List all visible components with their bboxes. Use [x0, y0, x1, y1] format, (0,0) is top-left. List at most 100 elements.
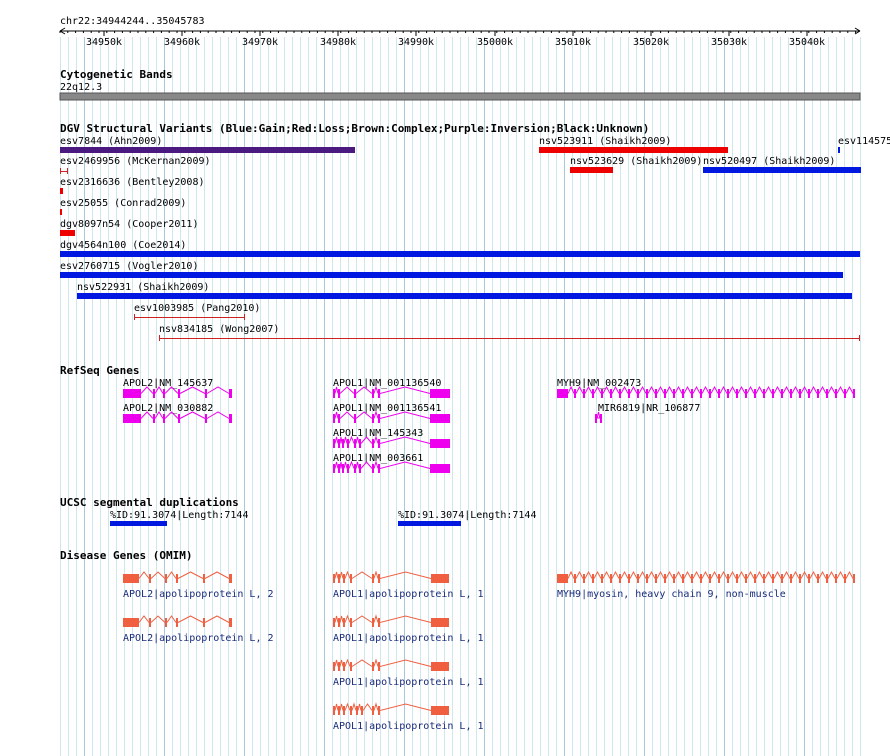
dgv-feature-bar[interactable]: [703, 167, 861, 173]
omim-gene-intron: [204, 615, 230, 623]
omim-gene-exon: [356, 706, 358, 715]
dgv-feature[interactable]: esv2760715 (Vogler2010): [60, 261, 843, 278]
segdup-track-title: UCSC segmental duplications: [60, 496, 239, 509]
omim-gene-intron: [373, 570, 379, 579]
omim-gene-exon: [557, 574, 568, 583]
refseq-track[interactable]: RefSeq Genes APOL2|NM_145637 APOL2|NM_030…: [60, 364, 855, 473]
omim-gene-intron: [665, 570, 674, 579]
omim-track[interactable]: Disease Genes (OMIM) APOL2|apolipoprotei…: [60, 549, 855, 732]
refseq-gene[interactable]: APOL1|NM_001136541: [333, 403, 450, 423]
segdup-track[interactable]: UCSC segmental duplications %ID:91.3074|…: [60, 496, 536, 526]
refseq-gene-exon: [637, 389, 639, 398]
omim-gene-exon: [574, 574, 576, 583]
refseq-gene-exon: [378, 414, 380, 423]
dgv-feature[interactable]: nsv523911 (Shaikh2009): [539, 136, 728, 153]
refseq-gene-exon: [583, 389, 585, 398]
dgv-feature-label: dgv4564n100 (Coe2014): [60, 240, 186, 251]
refseq-gene-exon: [354, 414, 356, 423]
segdup-feature-bar[interactable]: [398, 521, 461, 526]
refseq-gene[interactable]: MYH9|NM_002473: [557, 378, 855, 398]
refseq-gene-exon: [808, 389, 810, 398]
omim-gene-intron: [611, 570, 620, 579]
omim-gene-exon: [799, 574, 801, 583]
dgv-feature-bar[interactable]: [60, 251, 860, 257]
refseq-gene-exon: [342, 464, 344, 473]
dgv-feature-bar[interactable]: [838, 147, 840, 153]
dgv-feature-bar[interactable]: [60, 147, 355, 153]
segdup-feature-bar[interactable]: [110, 521, 167, 526]
omim-gene[interactable]: APOL2|apolipoprotein L, 2: [123, 615, 274, 644]
omim-gene-exon: [229, 618, 232, 627]
segdup-feature[interactable]: %ID:91.3074|Length:7144: [110, 510, 248, 526]
refseq-gene-intron: [845, 385, 854, 394]
refseq-gene-exon: [378, 439, 380, 448]
omim-gene-exon: [431, 618, 449, 627]
dgv-feature[interactable]: esv25055 (Conrad2009): [60, 198, 186, 215]
refseq-gene[interactable]: APOL1|NM_001136540: [333, 378, 450, 398]
refseq-gene-intron: [791, 385, 800, 394]
refseq-gene-intron: [647, 385, 656, 394]
dgv-feature[interactable]: nsv834185 (Wong2007): [159, 324, 860, 341]
background-grid: [60, 37, 861, 756]
segdup-features: %ID:91.3074|Length:7144 %ID:91.3074|Lengt…: [110, 510, 536, 526]
dgv-feature-bar[interactable]: [570, 167, 613, 173]
omim-gene-intron: [166, 571, 177, 579]
dgv-feature[interactable]: nsv520497 (Shaikh2009): [703, 156, 861, 173]
refseq-gene-exon: [700, 389, 702, 398]
dgv-feature[interactable]: esv2469956 (McKernan2009): [60, 156, 211, 174]
omim-gene-intron: [719, 570, 728, 579]
dgv-feature-bar[interactable]: [60, 209, 62, 215]
refseq-gene-exon: [853, 389, 855, 398]
omim-gene[interactable]: MYH9|myosin, heavy chain 9, non-muscle: [557, 570, 855, 600]
ruler-tick-label: 35020k: [633, 37, 669, 48]
dgv-features: esv7844 (Ahn2009) nsv523911 (Shaikh2009) e…: [60, 136, 890, 341]
omim-gene-exon: [844, 574, 846, 583]
dgv-track[interactable]: DGV Structural Variants (Blue:Gain;Red:L…: [60, 122, 890, 341]
dgv-feature-bar[interactable]: [60, 188, 63, 194]
refseq-gene-exon: [347, 439, 349, 448]
dgv-feature-label: esv2469956 (McKernan2009): [60, 156, 211, 167]
dgv-feature-bar[interactable]: [539, 147, 728, 153]
refseq-gene-exon: [763, 389, 765, 398]
refseq-gene-exon: [799, 389, 801, 398]
refseq-gene-exon: [709, 389, 711, 398]
omim-track-title: Disease Genes (OMIM): [60, 549, 192, 562]
dgv-feature[interactable]: esv1003985 (Pang2010): [134, 303, 260, 320]
dgv-feature[interactable]: esv7844 (Ahn2009): [60, 136, 355, 153]
omim-gene-intron: [773, 570, 782, 579]
omim-gene-intron: [334, 703, 339, 711]
omim-gene-intron: [177, 615, 204, 623]
dgv-feature-bar[interactable]: [60, 272, 843, 278]
dgv-feature-bar[interactable]: [159, 338, 860, 339]
omim-gene-exon: [203, 574, 205, 583]
omim-gene-intron: [593, 570, 602, 579]
refseq-gene[interactable]: APOL2|NM_145637: [123, 378, 232, 398]
refseq-gene-intron: [719, 385, 728, 394]
omim-gene-intron: [575, 570, 584, 579]
refseq-gene-exon: [826, 389, 828, 398]
cytoband-bar[interactable]: [59, 92, 861, 101]
omim-gene-exon: [817, 574, 819, 583]
refseq-gene[interactable]: APOL2|NM_030882: [123, 403, 232, 423]
dgv-feature[interactable]: nsv522931 (Shaikh2009): [77, 282, 852, 299]
omim-gene-intron: [166, 615, 177, 623]
omim-gene-exon: [853, 574, 855, 583]
dgv-feature-bar[interactable]: [134, 317, 245, 318]
dgv-feature-bar[interactable]: [77, 293, 852, 299]
refseq-gene-exon: [655, 389, 657, 398]
dgv-feature-bar[interactable]: [60, 230, 75, 236]
refseq-gene[interactable]: APOL1|NM_145343: [333, 428, 450, 448]
refseq-gene-exon: [430, 389, 450, 398]
omim-gene-exon: [592, 574, 594, 583]
omim-gene[interactable]: APOL2|apolipoprotein L, 2: [123, 571, 274, 600]
segdup-feature[interactable]: %ID:91.3074|Length:7144: [398, 510, 536, 526]
omim-gene-exon: [123, 574, 139, 583]
omim-gene-exon: [826, 574, 828, 583]
dgv-feature-bar[interactable]: [60, 171, 68, 172]
refseq-gene[interactable]: APOL1|NM_003661: [333, 453, 450, 473]
dgv-feature[interactable]: esv1145759: [838, 136, 890, 153]
omim-gene-intron: [620, 570, 629, 579]
dgv-feature[interactable]: dgv8097n54 (Cooper2011): [60, 219, 198, 236]
omim-gene-exon: [790, 574, 792, 583]
dgv-feature-label: nsv522931 (Shaikh2009): [77, 282, 209, 293]
